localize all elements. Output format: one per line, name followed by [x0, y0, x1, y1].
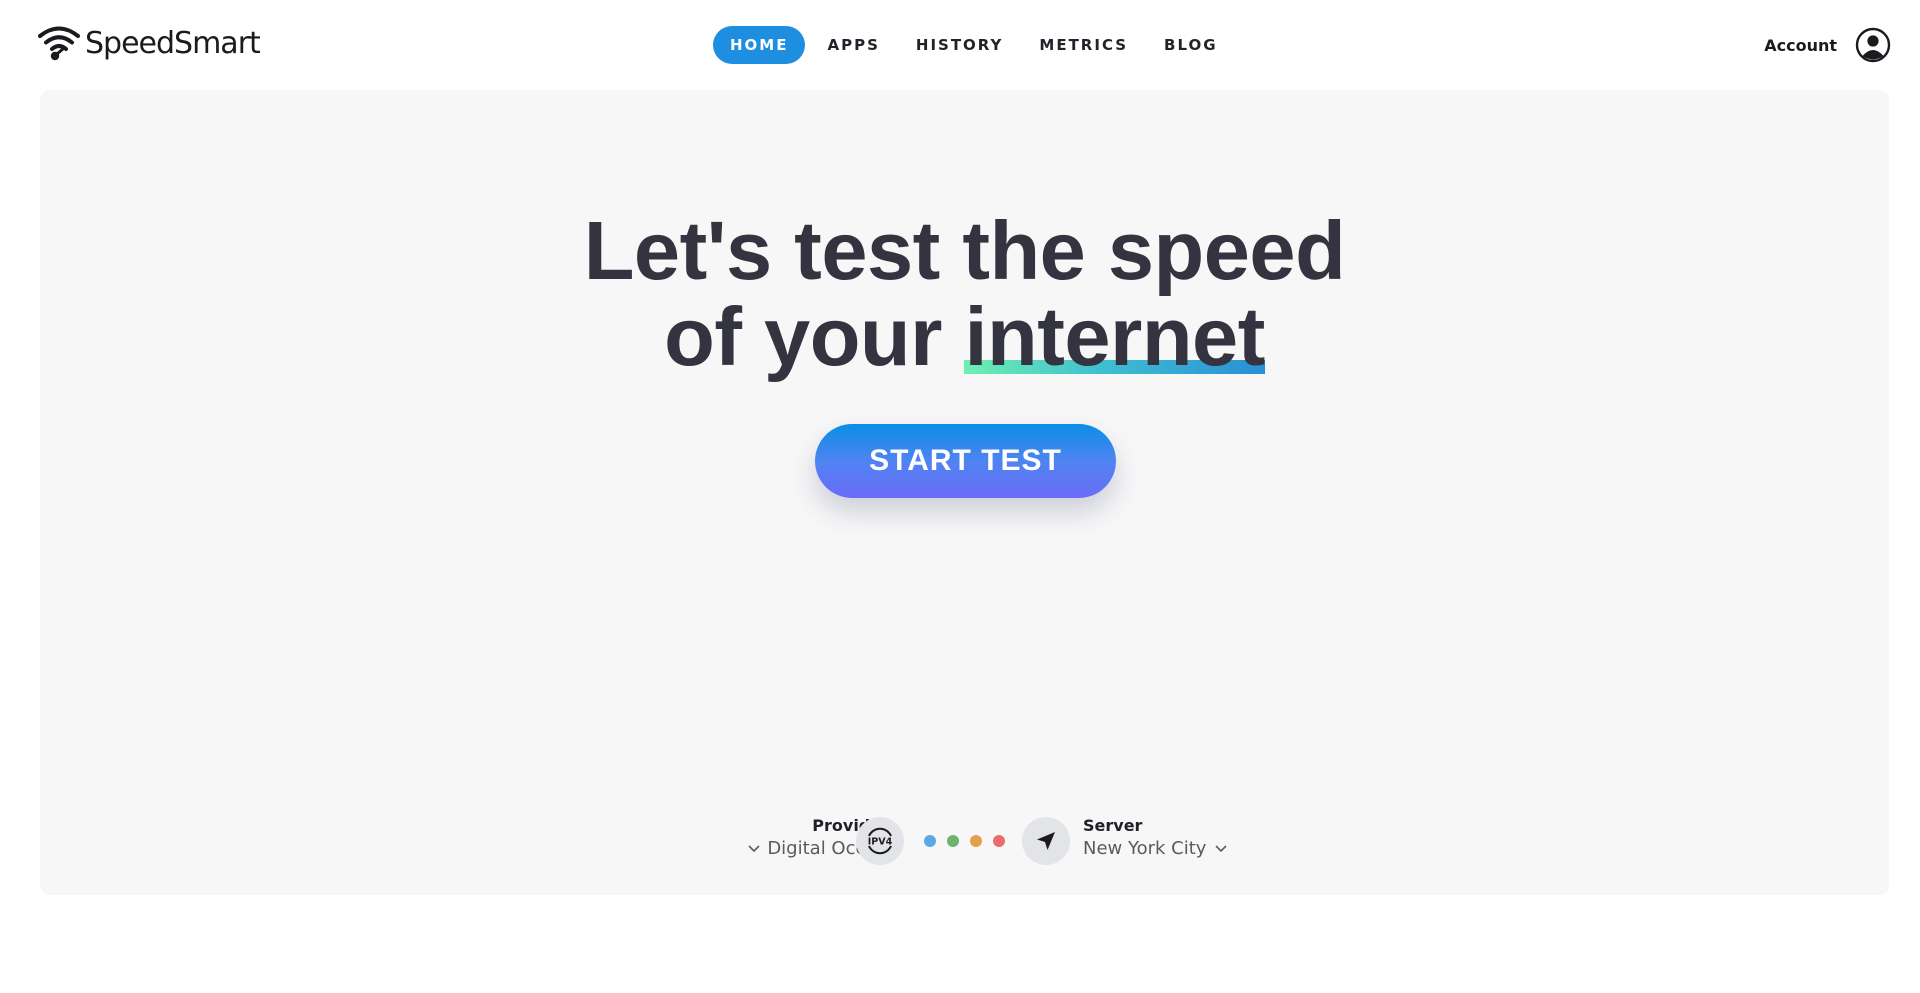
nav-item-home[interactable]: HOME [713, 26, 806, 64]
ipv4-badge-text: IPV4 [868, 837, 893, 848]
nav-item-history[interactable]: HISTORY [898, 26, 1022, 64]
server-value: New York City [1083, 838, 1207, 859]
nav-item-apps[interactable]: APPS [809, 26, 897, 64]
connection-info-bar: Provider Digital Ocean IPV4 Server New Y… [40, 815, 1889, 875]
headline-highlight: internet [964, 294, 1265, 380]
status-dot-4 [993, 835, 1005, 847]
status-dot-1 [924, 835, 936, 847]
ipv4-icon: IPV4 [856, 817, 904, 865]
user-circle-icon [1855, 27, 1891, 63]
ipv4-badge-icon: IPV4 [868, 827, 893, 855]
status-dot-3 [970, 835, 982, 847]
navigation-arrow-icon [1037, 832, 1055, 850]
brand-name: SpeedSmart [85, 26, 261, 61]
headline-line-1: Let's test the speed [583, 204, 1346, 297]
chevron-down-icon [748, 845, 760, 853]
headline-prefix: of your [664, 290, 965, 383]
headline-highlight-text: internet [964, 290, 1265, 383]
hero-headline: Let's test the speed of your internet [40, 208, 1889, 380]
chevron-down-icon [1215, 845, 1228, 853]
top-header: SpeedSmart HOME APPS HISTORY METRICS BLO… [0, 0, 1920, 90]
speed-test-card: Let's test the speed of your internet ST… [40, 90, 1889, 895]
server-label: Server [1083, 816, 1143, 835]
nav-item-blog[interactable]: BLOG [1146, 26, 1236, 64]
start-test-button[interactable]: START TEST [815, 424, 1116, 498]
brand-logo[interactable]: SpeedSmart [37, 25, 261, 63]
status-dot-2 [947, 835, 959, 847]
status-dots [924, 835, 1016, 847]
nav-item-metrics[interactable]: METRICS [1021, 26, 1146, 64]
server-selector[interactable]: Server New York City [1083, 815, 1228, 861]
server-value-line: New York City [1083, 837, 1228, 861]
wifi-icon [38, 26, 80, 61]
account-menu[interactable]: Account [1764, 26, 1891, 64]
headline-line-2: of your internet [40, 294, 1889, 380]
account-label: Account [1764, 35, 1837, 55]
main-nav: HOME APPS HISTORY METRICS BLOG [713, 26, 1236, 64]
server-icon-button[interactable] [1022, 817, 1070, 865]
